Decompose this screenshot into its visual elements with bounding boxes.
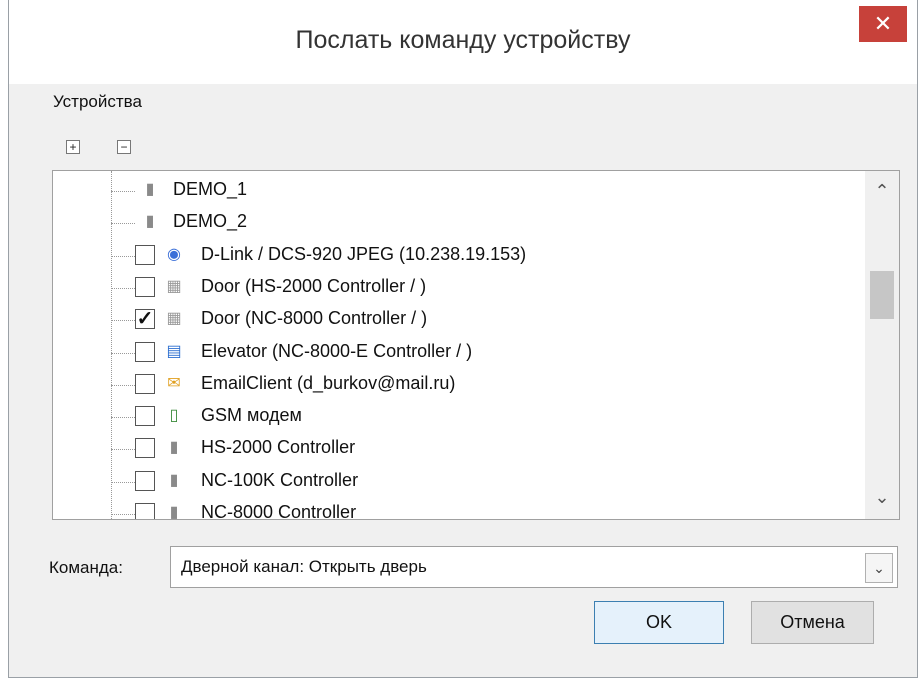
send-command-dialog: Послать команду устройству ✕ Устройства … <box>8 0 918 678</box>
tree-item-label: DEMO_1 <box>173 179 248 199</box>
tree-connector <box>111 449 135 451</box>
tree-item[interactable]: ✓ ▦ Door (NC-8000 Controller / ) <box>53 304 853 336</box>
item-checkbox[interactable] <box>135 438 155 459</box>
tree-connector <box>111 417 135 419</box>
tree-item-label: EmailClient (d_burkov@mail.ru) <box>201 372 456 393</box>
tree-item[interactable]: ▮ NC-100K Controller <box>53 466 853 498</box>
item-checkbox[interactable] <box>135 470 155 491</box>
controller-icon: ▮ <box>169 504 179 520</box>
tree-connector <box>111 320 135 322</box>
tree-item[interactable]: ▮ NC-8000 Controller <box>53 498 853 520</box>
dialog-title: Послать команду устройству <box>295 26 631 54</box>
tree-item-label: D-Link / DCS-920 JPEG (10.238.19.153) <box>201 243 527 264</box>
camera-icon: ◉ <box>167 245 181 263</box>
tree-item[interactable]: ✉ EmailClient (d_burkov@mail.ru) <box>53 369 853 401</box>
door-icon: ▮ <box>145 181 155 198</box>
phone-icon: ▯ <box>169 407 179 425</box>
item-checkbox[interactable] <box>135 244 155 265</box>
vertical-scrollbar[interactable]: ⌃ ⌄ <box>865 171 899 519</box>
tree-connector <box>111 287 135 289</box>
tree-connector <box>111 255 135 257</box>
tree-item[interactable]: ▮ HS-2000 Controller <box>53 433 853 465</box>
close-button[interactable]: ✕ <box>859 6 907 42</box>
controller-icon: ▮ <box>169 471 179 489</box>
tree-item[interactable]: ▯ GSM модем <box>53 401 853 433</box>
tree-item-label: Door (HS-2000 Controller / ) <box>201 275 427 296</box>
tree-item-label: NC-8000 Controller <box>201 502 357 520</box>
door-panel-icon: ▦ <box>166 310 182 328</box>
tree-item-label: Elevator (NC-8000-E Controller / ) <box>201 340 473 361</box>
chevron-down-icon[interactable]: ⌄ <box>865 553 893 583</box>
cancel-button[interactable]: Отмена <box>751 601 874 644</box>
item-checkbox[interactable] <box>135 503 155 519</box>
tree-item-label: HS-2000 Controller <box>201 437 356 458</box>
ok-button[interactable]: OK <box>594 601 724 644</box>
tree-connector <box>111 514 135 515</box>
controller-icon: ▮ <box>169 439 179 457</box>
tree-item[interactable]: ▮ DEMO_1 <box>53 175 853 207</box>
tree-item[interactable]: ▤ Elevator (NC-8000-E Controller / ) <box>53 337 853 369</box>
command-value: Дверной канал: Открыть дверь <box>181 557 427 576</box>
item-checkbox[interactable] <box>135 341 155 362</box>
tree-item[interactable]: ▦ Door (HS-2000 Controller / ) <box>53 272 853 304</box>
elevator-icon: ▤ <box>166 342 182 360</box>
tree-item-label: GSM модем <box>201 405 302 426</box>
command-label: Команда: <box>49 558 123 577</box>
scroll-down-icon[interactable]: ⌄ <box>865 487 899 515</box>
tree-item-label: Door (NC-8000 Controller / ) <box>201 308 428 329</box>
tree-connector <box>111 481 135 483</box>
item-checkbox[interactable] <box>135 276 155 297</box>
command-select[interactable]: Дверной канал: Открыть дверь ⌄ <box>170 546 898 588</box>
tree-item-label: NC-100K Controller <box>201 469 359 490</box>
devices-label: Устройства <box>53 92 142 111</box>
envelope-icon: ✉ <box>167 374 181 392</box>
tree-item[interactable]: ◉ D-Link / DCS-920 JPEG (10.238.19.153) <box>53 240 853 272</box>
door-panel-icon: ▦ <box>166 277 182 295</box>
scroll-up-icon[interactable]: ⌃ <box>865 181 899 209</box>
tree-item[interactable]: ▮ DEMO_2 <box>53 207 853 239</box>
tree-connector <box>111 352 135 354</box>
item-checkbox[interactable]: ✓ <box>135 309 155 330</box>
title-bar: Послать команду устройству ✕ <box>9 0 917 84</box>
devices-tree[interactable]: ⌃ ⌄ ▮ DEMO_1 ▮ DEMO_2 ◉ D-Link / DCS-920 JPEG… <box>52 170 900 520</box>
door-icon: ▮ <box>145 213 155 231</box>
item-checkbox[interactable] <box>135 373 155 394</box>
tree-item-label: DEMO_2 <box>173 211 248 232</box>
item-checkbox[interactable] <box>135 406 155 427</box>
expand-all-button[interactable]: + <box>66 140 80 154</box>
collapse-all-button[interactable]: − <box>117 140 131 154</box>
tree-connector <box>111 223 135 225</box>
tree-connector <box>111 191 135 192</box>
scroll-thumb[interactable] <box>870 271 894 319</box>
tree-connector <box>111 384 135 386</box>
